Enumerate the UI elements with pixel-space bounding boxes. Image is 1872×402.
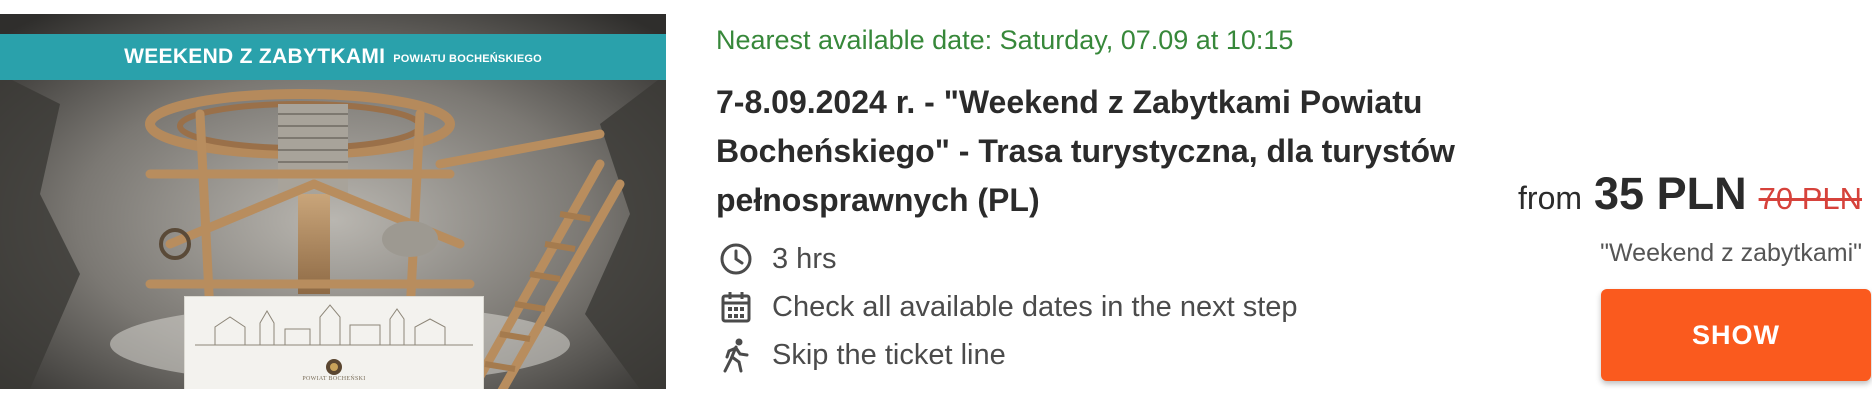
feature-skip-line: Skip the ticket line	[716, 331, 1298, 379]
current-price: 35 PLN	[1594, 168, 1747, 219]
tour-offer-card[interactable]: WEEKEND Z ZABYTKAMI POWIATU BOCHEŃSKIEGO	[0, 0, 1872, 402]
banner-subtitle: POWIATU BOCHEŃSKIEGO	[393, 53, 542, 65]
feature-list: 3 hrs Check all available dates in the n…	[716, 235, 1298, 379]
feature-duration-text: 3 hrs	[772, 242, 837, 275]
town-skyline-sketch	[195, 304, 473, 346]
offer-thumbnail[interactable]: WEEKEND Z ZABYTKAMI POWIATU BOCHEŃSKIEGO	[0, 14, 666, 389]
thumbnail-banner: WEEKEND Z ZABYTKAMI POWIATU BOCHEŃSKIEGO	[0, 34, 666, 80]
panel-caption: POWIAT BOCHEŃSKI	[302, 376, 366, 382]
price-from-label: from	[1518, 180, 1583, 216]
price-note: "Weekend z zabytkami"	[1600, 239, 1862, 267]
banner-title: WEEKEND Z ZABYTKAMI	[124, 45, 386, 68]
old-price: 70 PLN	[1758, 181, 1862, 216]
feature-dates: Check all available dates in the next st…	[716, 283, 1298, 331]
running-person-icon	[716, 335, 756, 375]
thumbnail-info-panel: POWIAT BOCHEŃSKI	[184, 296, 484, 389]
show-button[interactable]: SHOW	[1601, 289, 1871, 381]
offer-title-link[interactable]: 7-8.09.2024 r. - "Weekend z Zabytkami Po…	[716, 78, 1476, 225]
price-line: from 35 PLN 70 PLN	[1518, 168, 1862, 220]
emblem-icon	[326, 359, 342, 375]
feature-skip-line-text: Skip the ticket line	[772, 338, 1006, 371]
price-block: from 35 PLN 70 PLN	[1518, 168, 1862, 220]
feature-duration: 3 hrs	[716, 235, 1298, 283]
calendar-icon	[716, 287, 756, 327]
feature-dates-text: Check all available dates in the next st…	[772, 290, 1298, 323]
clock-icon	[716, 239, 756, 279]
nearest-date: Nearest available date: Saturday, 07.09 …	[716, 25, 1294, 55]
